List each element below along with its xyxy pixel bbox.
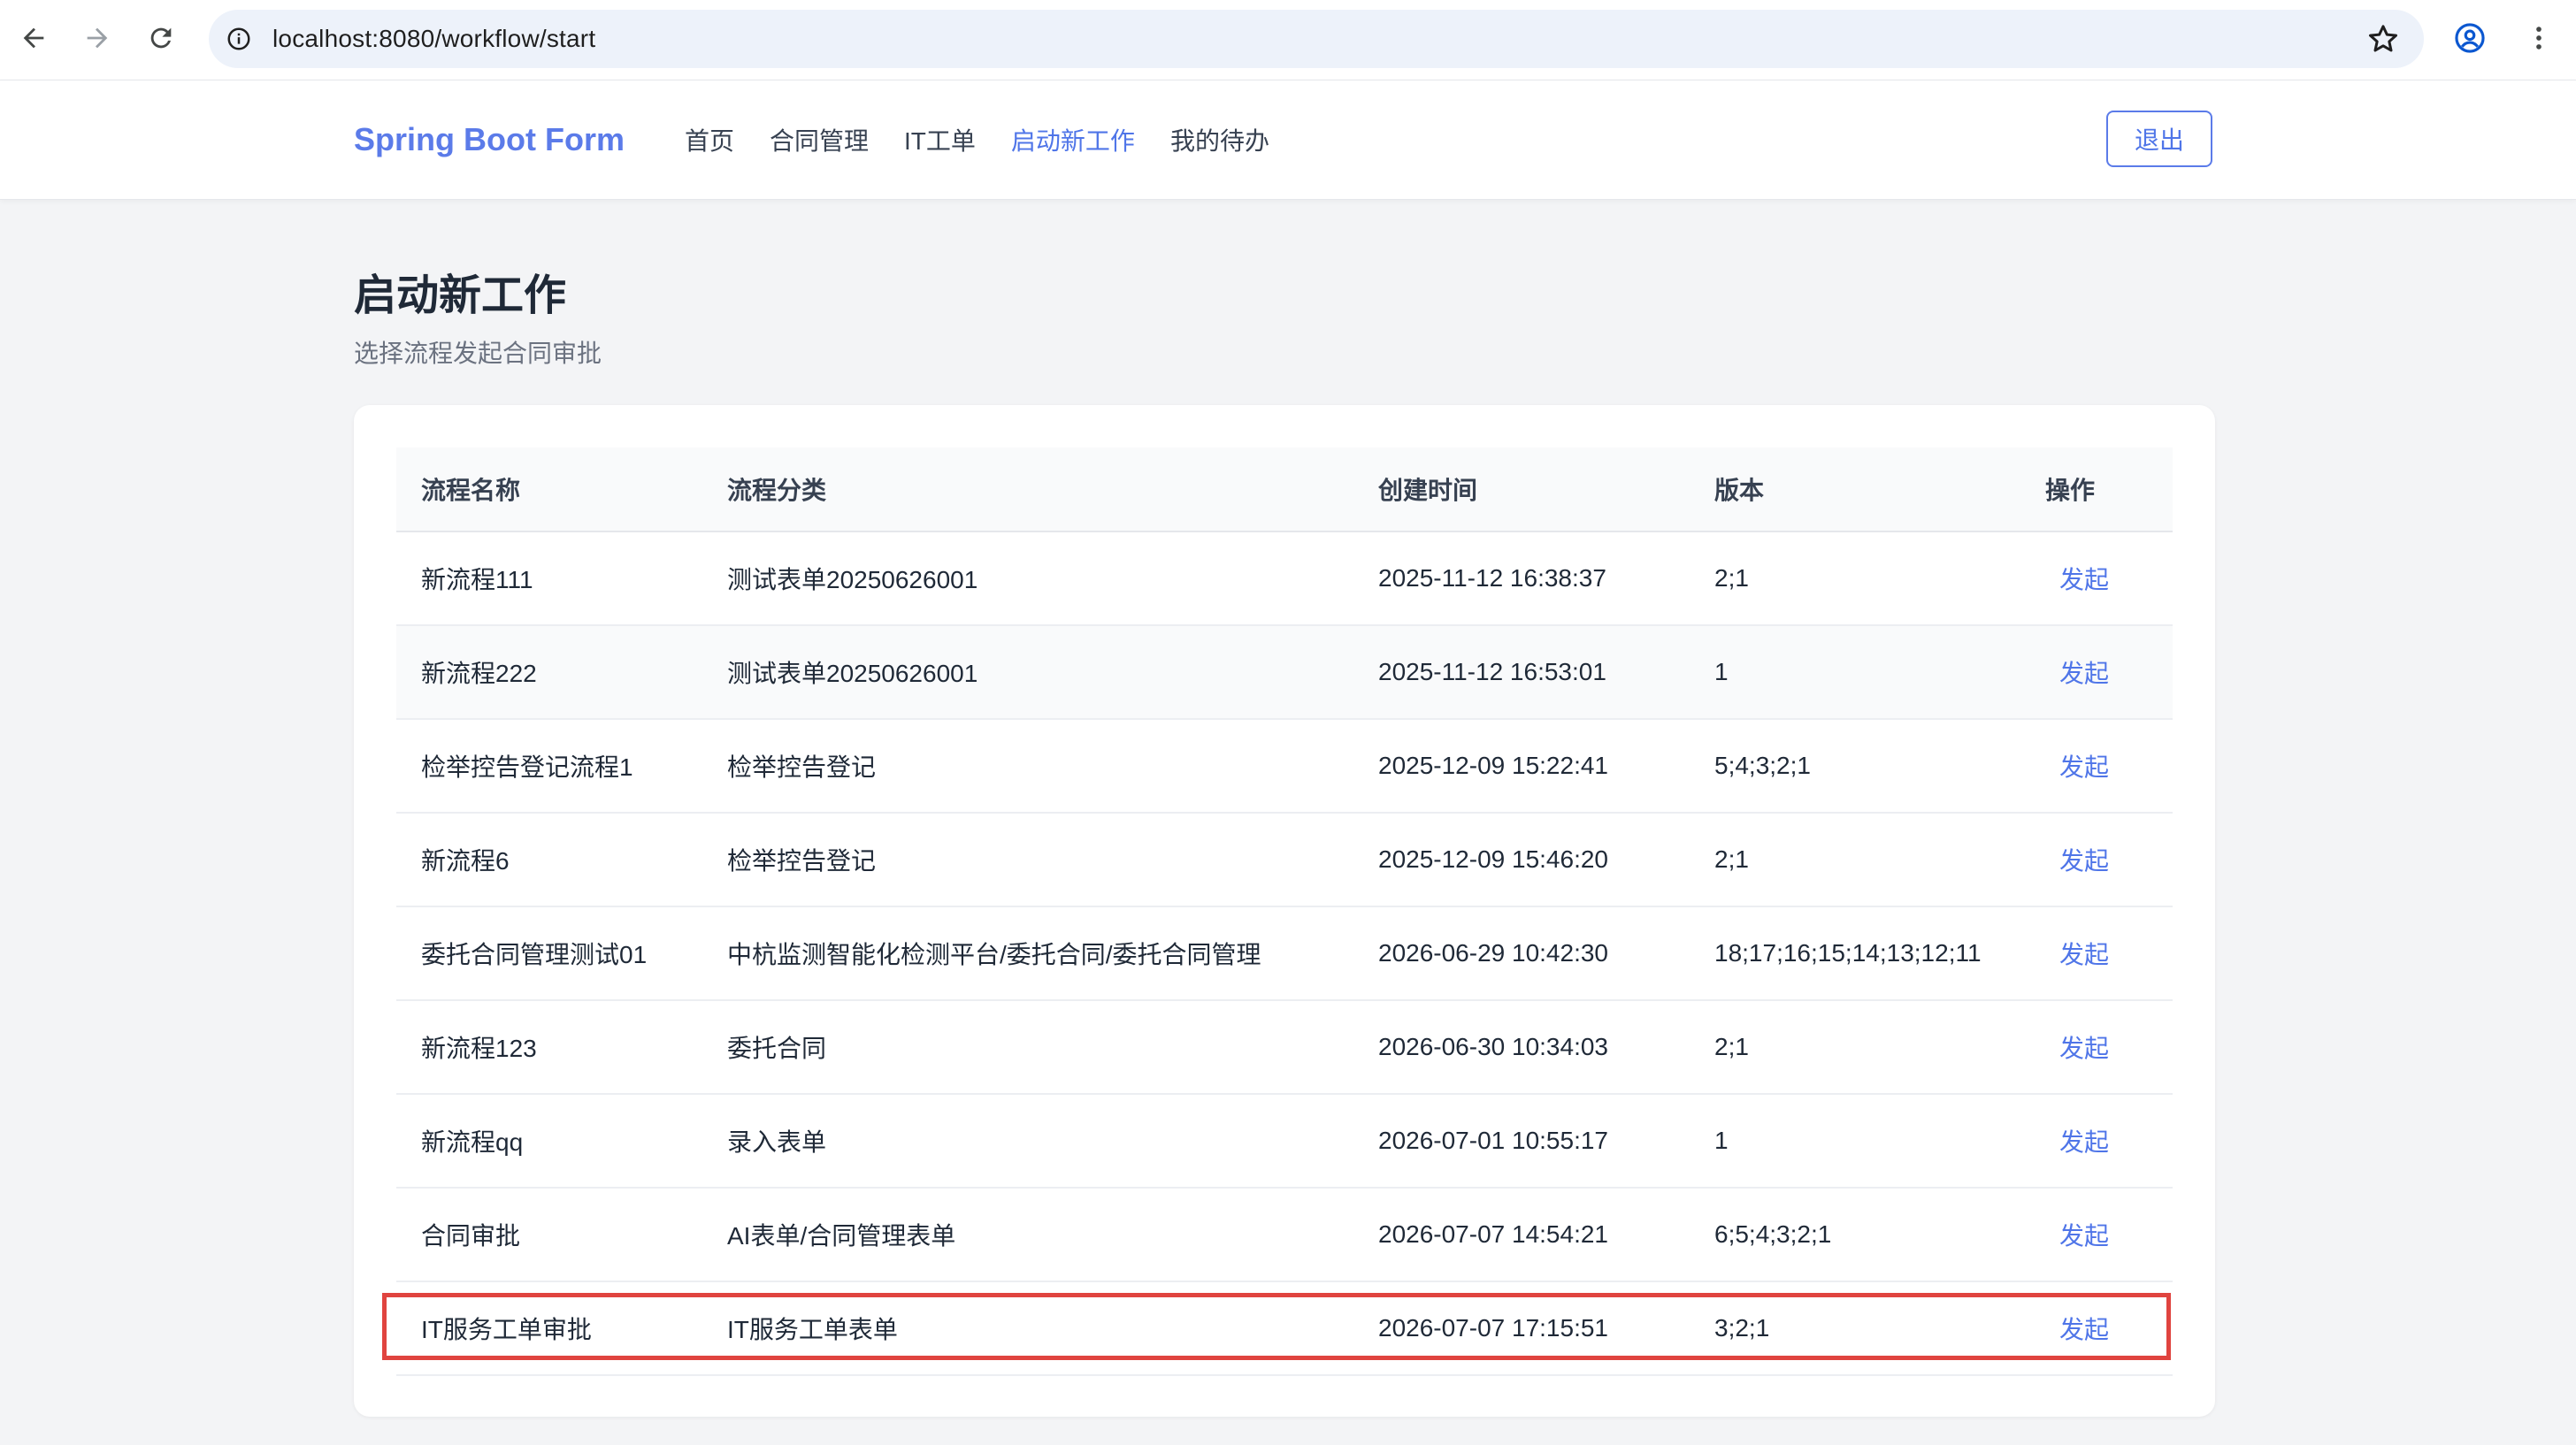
nav-start-workflow[interactable]: 启动新工作 (1011, 122, 1135, 157)
table-row: 新流程6 检举控告登记 2025-12-09 15:46:20 2;1 发起 (396, 813, 2173, 907)
bookmark-button[interactable] (2365, 21, 2401, 57)
cell-name: 检举控告登记流程1 (396, 719, 702, 814)
site-info-button[interactable] (221, 21, 257, 57)
cell-name: 新流程6 (396, 813, 702, 907)
info-icon (227, 27, 250, 50)
address-bar[interactable]: localhost:8080/workflow/start (209, 10, 2424, 68)
nav-it-tickets[interactable]: IT工单 (904, 122, 976, 157)
page-title: 启动新工作 (354, 272, 567, 319)
column-header-name: 流程名称 (396, 447, 702, 532)
start-workflow-link[interactable]: 发起 (2045, 847, 2109, 875)
start-workflow-link[interactable]: 发起 (2045, 941, 2109, 968)
cell-name: 合同审批 (396, 1188, 702, 1282)
nav-contracts[interactable]: 合同管理 (770, 122, 869, 157)
page-subtitle: 选择流程发起合同审批 (354, 340, 602, 367)
table-row: 检举控告登记流程1 检举控告登记 2025-12-09 15:22:41 5;4… (396, 719, 2173, 814)
cell-name: 新流程qq (396, 1094, 702, 1189)
cell-version: 5;4;3;2;1 (1690, 719, 2029, 814)
column-header-action: 操作 (2029, 447, 2173, 532)
start-workflow-link[interactable]: 发起 (2045, 1128, 2109, 1156)
reload-icon (150, 27, 172, 49)
cell-created: 2025-11-12 16:53:01 (1353, 625, 1690, 720)
start-workflow-link[interactable]: 发起 (2045, 753, 2109, 781)
column-header-created: 创建时间 (1353, 447, 1690, 532)
cell-category: IT服务工单表单 (702, 1281, 1353, 1376)
browser-toolbar: localhost:8080/workflow/start (0, 0, 2576, 80)
reload-button[interactable] (138, 15, 184, 61)
nav-my-todos[interactable]: 我的待办 (1170, 122, 1269, 157)
cell-category: 检举控告登记 (702, 719, 1353, 814)
table-row-highlighted: IT服务工单审批 IT服务工单表单 2026-07-07 17:15:51 3;… (396, 1281, 2173, 1376)
cell-category: 录入表单 (702, 1094, 1353, 1189)
cell-name: 新流程111 (396, 531, 702, 626)
start-workflow-link[interactable]: 发起 (2045, 660, 2109, 687)
table-row: 新流程222 测试表单20250626001 2025-11-12 16:53:… (396, 625, 2173, 720)
table-row: 委托合同管理测试01 中杭监测智能化检测平台/委托合同/委托合同管理 2026-… (396, 906, 2173, 1001)
main-nav: 首页 合同管理 IT工单 启动新工作 我的待办 (685, 80, 1269, 199)
cell-version: 3;2;1 (1690, 1281, 2029, 1376)
kebab-menu-icon (2536, 27, 2542, 50)
table-row: 新流程qq 录入表单 2026-07-01 10:55:17 1 发起 (396, 1094, 2173, 1189)
cell-version: 2;1 (1690, 1000, 2029, 1095)
cell-category: 中杭监测智能化检测平台/委托合同/委托合同管理 (702, 906, 1353, 1001)
column-header-category: 流程分类 (702, 447, 1353, 532)
cell-created: 2026-06-29 10:42:30 (1353, 906, 1690, 1001)
cell-created: 2026-06-30 10:34:03 (1353, 1000, 1690, 1095)
profile-button[interactable] (2447, 15, 2493, 61)
start-workflow-link[interactable]: 发起 (2045, 566, 2109, 593)
cell-version: 6;5;4;3;2;1 (1690, 1188, 2029, 1282)
start-workflow-link[interactable]: 发起 (2045, 1035, 2109, 1062)
star-icon (2369, 25, 2397, 52)
cell-name: IT服务工单审批 (396, 1281, 702, 1376)
cell-category: 检举控告登记 (702, 813, 1353, 907)
cell-created: 2025-12-09 15:46:20 (1353, 813, 1690, 907)
back-button[interactable] (11, 15, 57, 61)
cell-name: 新流程222 (396, 625, 702, 720)
browser-menu-button[interactable] (2516, 15, 2562, 61)
table-row: 新流程123 委托合同 2026-06-30 10:34:03 2;1 发起 (396, 1000, 2173, 1095)
arrow-right-icon (87, 27, 108, 49)
nav-home[interactable]: 首页 (685, 122, 734, 157)
brand-logo[interactable]: Spring Boot Form (354, 80, 625, 199)
cell-created: 2026-07-01 10:55:17 (1353, 1094, 1690, 1189)
cell-category: 测试表单20250626001 (702, 531, 1353, 626)
cell-created: 2025-11-12 16:38:37 (1353, 531, 1690, 626)
cell-version: 1 (1690, 625, 2029, 720)
cell-category: 委托合同 (702, 1000, 1353, 1095)
forward-button[interactable] (74, 15, 120, 61)
start-workflow-link[interactable]: 发起 (2045, 1222, 2109, 1250)
cell-category: AI表单/合同管理表单 (702, 1188, 1353, 1282)
app-header: Spring Boot Form 首页 合同管理 IT工单 启动新工作 我的待办… (0, 80, 2576, 200)
table-header-row: 流程名称 流程分类 创建时间 版本 操作 (396, 447, 2173, 532)
cell-version: 2;1 (1690, 531, 2029, 626)
cell-created: 2026-07-07 14:54:21 (1353, 1188, 1690, 1282)
start-workflow-link[interactable]: 发起 (2045, 1316, 2109, 1343)
cell-version: 1 (1690, 1094, 2029, 1189)
cell-created: 2026-07-07 17:15:51 (1353, 1281, 1690, 1376)
cell-category: 测试表单20250626001 (702, 625, 1353, 720)
workflow-card: 流程名称 流程分类 创建时间 版本 操作 新流程111 测试表单20250626… (354, 405, 2215, 1417)
cell-created: 2025-12-09 15:22:41 (1353, 719, 1690, 814)
workflow-table: 流程名称 流程分类 创建时间 版本 操作 新流程111 测试表单20250626… (396, 447, 2173, 1376)
table-row: 合同审批 AI表单/合同管理表单 2026-07-07 14:54:21 6;5… (396, 1188, 2173, 1282)
cell-name: 新流程123 (396, 1000, 702, 1095)
cell-version: 18;17;16;15;14;13;12;11 (1690, 906, 2029, 1001)
table-row: 新流程111 测试表单20250626001 2025-11-12 16:38:… (396, 531, 2173, 626)
arrow-left-icon (23, 27, 44, 49)
cell-version: 2;1 (1690, 813, 2029, 907)
column-header-version: 版本 (1690, 447, 2029, 532)
cell-name: 委托合同管理测试01 (396, 906, 702, 1001)
profile-icon (2455, 23, 2485, 53)
url-text[interactable]: localhost:8080/workflow/start (272, 10, 595, 68)
logout-button[interactable]: 退出 (2106, 111, 2212, 167)
